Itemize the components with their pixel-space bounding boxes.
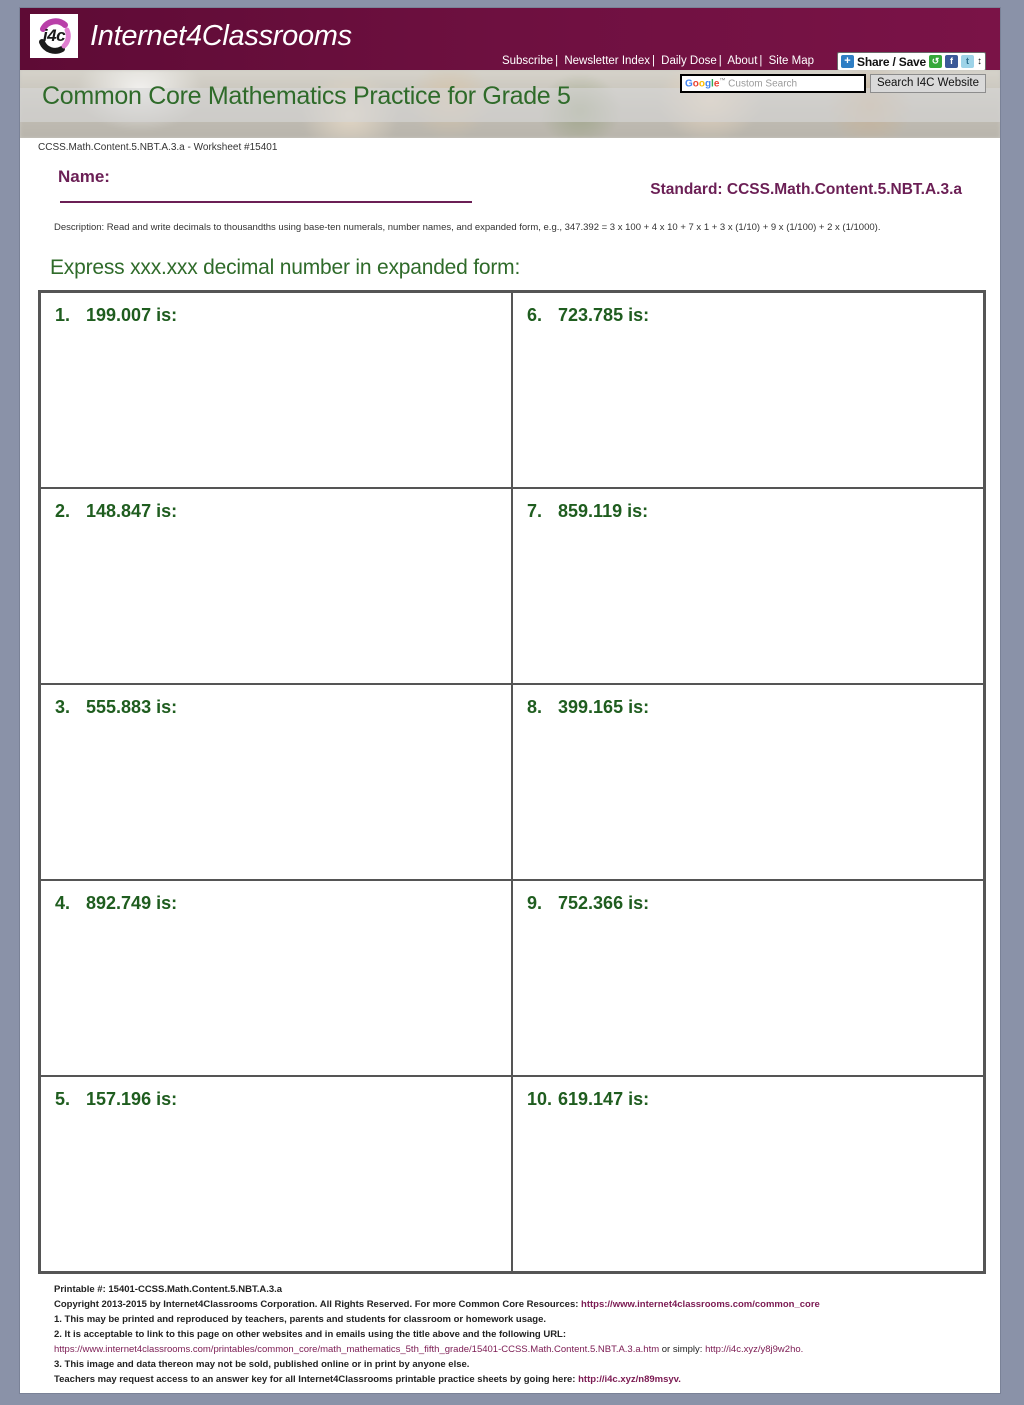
problem-label: 4. 892.749 is: bbox=[55, 893, 511, 914]
problem-text: 723.785 is: bbox=[558, 305, 650, 325]
problem-number: 9. bbox=[527, 893, 543, 913]
share-save-label: Share / Save bbox=[857, 54, 926, 69]
problem-cell[interactable]: 1. 199.007 is: bbox=[40, 292, 512, 488]
problem-label: 1. 199.007 is: bbox=[55, 305, 511, 326]
nav-separator: | bbox=[651, 55, 655, 67]
problem-cell[interactable]: 10. 619.147 is: bbox=[512, 1076, 984, 1272]
worksheet-id: CCSS.Math.Content.5.NBT.A.3.a - Workshee… bbox=[38, 142, 278, 153]
instruction-heading: Express xxx.xxx decimal number in expand… bbox=[50, 256, 521, 279]
answer-key-line: Teachers may request access to an answer… bbox=[54, 1372, 984, 1387]
problem-number: 6. bbox=[527, 305, 543, 325]
problem-label: 8. 399.165 is: bbox=[527, 697, 983, 718]
facebook-icon[interactable]: f bbox=[945, 55, 958, 68]
name-row: Name: Standard: CCSS.Math.Content.5.NBT.… bbox=[20, 163, 1000, 221]
problem-cell[interactable]: 8. 399.165 is: bbox=[512, 684, 984, 880]
url-connector: or simply: bbox=[659, 1344, 706, 1355]
chevron-updown-icon[interactable]: ↕ bbox=[977, 56, 982, 67]
problem-number: 1. bbox=[55, 305, 71, 325]
problem-text: 148.847 is: bbox=[86, 501, 178, 521]
printable-sheet: i4c Internet4Classrooms Subscribe | Newsl… bbox=[20, 8, 1000, 1393]
problem-label: 5. 157.196 is: bbox=[55, 1089, 511, 1110]
nav-separator: | bbox=[555, 55, 559, 67]
google-search-placeholder: Google™ Custom Search bbox=[685, 78, 797, 89]
search-button[interactable]: Search I4C Website bbox=[869, 74, 986, 93]
site-wordmark: Internet4Classrooms bbox=[90, 19, 352, 52]
plus-icon: + bbox=[841, 55, 855, 68]
i4c-badge-icon: i4c bbox=[30, 14, 78, 58]
page-title: Common Core Mathematics Practice for Gra… bbox=[42, 82, 571, 110]
nav-separator: | bbox=[718, 55, 722, 67]
problem-label: 2. 148.847 is: bbox=[55, 501, 511, 522]
problem-text: 859.119 is: bbox=[558, 501, 649, 521]
copyright-line: Copyright 2013-2015 by Internet4Classroo… bbox=[54, 1297, 984, 1312]
problem-text: 555.883 is: bbox=[86, 697, 178, 717]
terms-line-3: 3. This image and data thereon may not b… bbox=[54, 1359, 470, 1370]
i4c-badge-label: i4c bbox=[42, 26, 66, 45]
problem-number: 4. bbox=[55, 893, 71, 913]
nav-item-daily-dose[interactable]: Daily Dose bbox=[661, 55, 717, 67]
problem-label: 6. 723.785 is: bbox=[527, 305, 983, 326]
problem-cell[interactable]: 4. 892.749 is: bbox=[40, 880, 512, 1076]
problem-number: 10. bbox=[527, 1089, 553, 1109]
footer: Printable #: 15401-CCSS.Math.Content.5.N… bbox=[20, 1274, 1000, 1387]
top-navigation: Subscribe | Newsletter Index | Daily Dose |… bbox=[502, 55, 814, 67]
problem-text: 199.007 is: bbox=[86, 305, 178, 325]
terms-line-1: 1. This may be printed and reproduced by… bbox=[54, 1314, 547, 1325]
problem-text: 399.165 is: bbox=[558, 697, 650, 717]
site-header-bar: i4c Internet4Classrooms Subscribe | Newsl… bbox=[20, 8, 1000, 71]
twitter-icon[interactable]: t bbox=[961, 55, 974, 68]
problem-label: 9. 752.366 is: bbox=[527, 893, 983, 914]
nav-item-subscribe[interactable]: Subscribe bbox=[502, 55, 553, 67]
site-logo[interactable]: i4c Internet4Classrooms bbox=[30, 14, 352, 58]
problem-cell[interactable]: 5. 157.196 is: bbox=[40, 1076, 512, 1272]
problem-cell[interactable]: 9. 752.366 is: bbox=[512, 880, 984, 1076]
worksheet-url-long[interactable]: https://www.internet4classrooms.com/prin… bbox=[54, 1344, 659, 1355]
problem-label: 10. 619.147 is: bbox=[527, 1089, 983, 1110]
standard-description: Description: Read and write decimals to … bbox=[54, 222, 881, 233]
problem-number: 2. bbox=[55, 501, 71, 521]
answer-key-text: Teachers may request access to an answer… bbox=[54, 1374, 579, 1385]
google-letter-g: G bbox=[684, 78, 693, 90]
problem-number: 5. bbox=[55, 1089, 71, 1109]
share-save-widget[interactable]: + Share / Save ↺ f t ↕ bbox=[837, 52, 986, 71]
worksheet-url-short[interactable]: http://i4c.xyz/y8j9w2ho. bbox=[705, 1344, 803, 1355]
problem-text: 619.147 is: bbox=[558, 1089, 650, 1109]
terms-line-2: 2. It is acceptable to link to this page… bbox=[54, 1329, 567, 1340]
problem-text: 892.749 is: bbox=[86, 893, 178, 913]
search-input[interactable]: Google™ Custom Search bbox=[679, 74, 866, 93]
problem-cell[interactable]: 6. 723.785 is: bbox=[512, 292, 984, 488]
problem-number: 7. bbox=[527, 501, 543, 521]
trademark-icon: ™ bbox=[719, 77, 726, 84]
problem-label: 7. 859.119 is: bbox=[527, 501, 983, 522]
problem-cell[interactable]: 2. 148.847 is: bbox=[40, 488, 512, 684]
problem-number: 3. bbox=[55, 697, 71, 717]
problem-text: 157.196 is: bbox=[86, 1089, 178, 1109]
page-banner: Common Core Mathematics Practice for Gra… bbox=[20, 70, 1000, 138]
url-line: https://www.internet4classrooms.com/prin… bbox=[54, 1342, 984, 1357]
nav-item-site-map[interactable]: Site Map bbox=[769, 55, 814, 67]
search-area: Google™ Custom Search Search I4C Website bbox=[679, 74, 986, 93]
common-core-link[interactable]: https://www.internet4classrooms.com/comm… bbox=[581, 1299, 820, 1310]
problem-label: 3. 555.883 is: bbox=[55, 697, 511, 718]
problem-text: 752.366 is: bbox=[558, 893, 650, 913]
name-label: Name: bbox=[58, 167, 110, 186]
standard-label: Standard: CCSS.Math.Content.5.NBT.A.3.a bbox=[650, 181, 962, 198]
printable-id: Printable #: 15401-CCSS.Math.Content.5.N… bbox=[54, 1284, 283, 1295]
copyright-text: Copyright 2013-2015 by Internet4Classroo… bbox=[54, 1299, 582, 1310]
sharethis-icon[interactable]: ↺ bbox=[929, 55, 942, 68]
search-placeholder-text: Custom Search bbox=[728, 78, 798, 90]
name-write-line[interactable] bbox=[60, 201, 472, 203]
problem-cell[interactable]: 7. 859.119 is: bbox=[512, 488, 984, 684]
problem-cell[interactable]: 3. 555.883 is: bbox=[40, 684, 512, 880]
problem-grid: 1. 199.007 is: 6. 723.785 is: 2. 148.847… bbox=[38, 290, 986, 1274]
nav-item-about[interactable]: About bbox=[727, 55, 757, 67]
page-root: i4c Internet4Classrooms Subscribe | Newsl… bbox=[0, 0, 1024, 1405]
problem-number: 8. bbox=[527, 697, 543, 717]
answer-key-link[interactable]: http://i4c.xyz/n89msyv. bbox=[578, 1374, 681, 1385]
nav-separator: | bbox=[759, 55, 763, 67]
nav-item-newsletter-index[interactable]: Newsletter Index bbox=[564, 55, 650, 67]
